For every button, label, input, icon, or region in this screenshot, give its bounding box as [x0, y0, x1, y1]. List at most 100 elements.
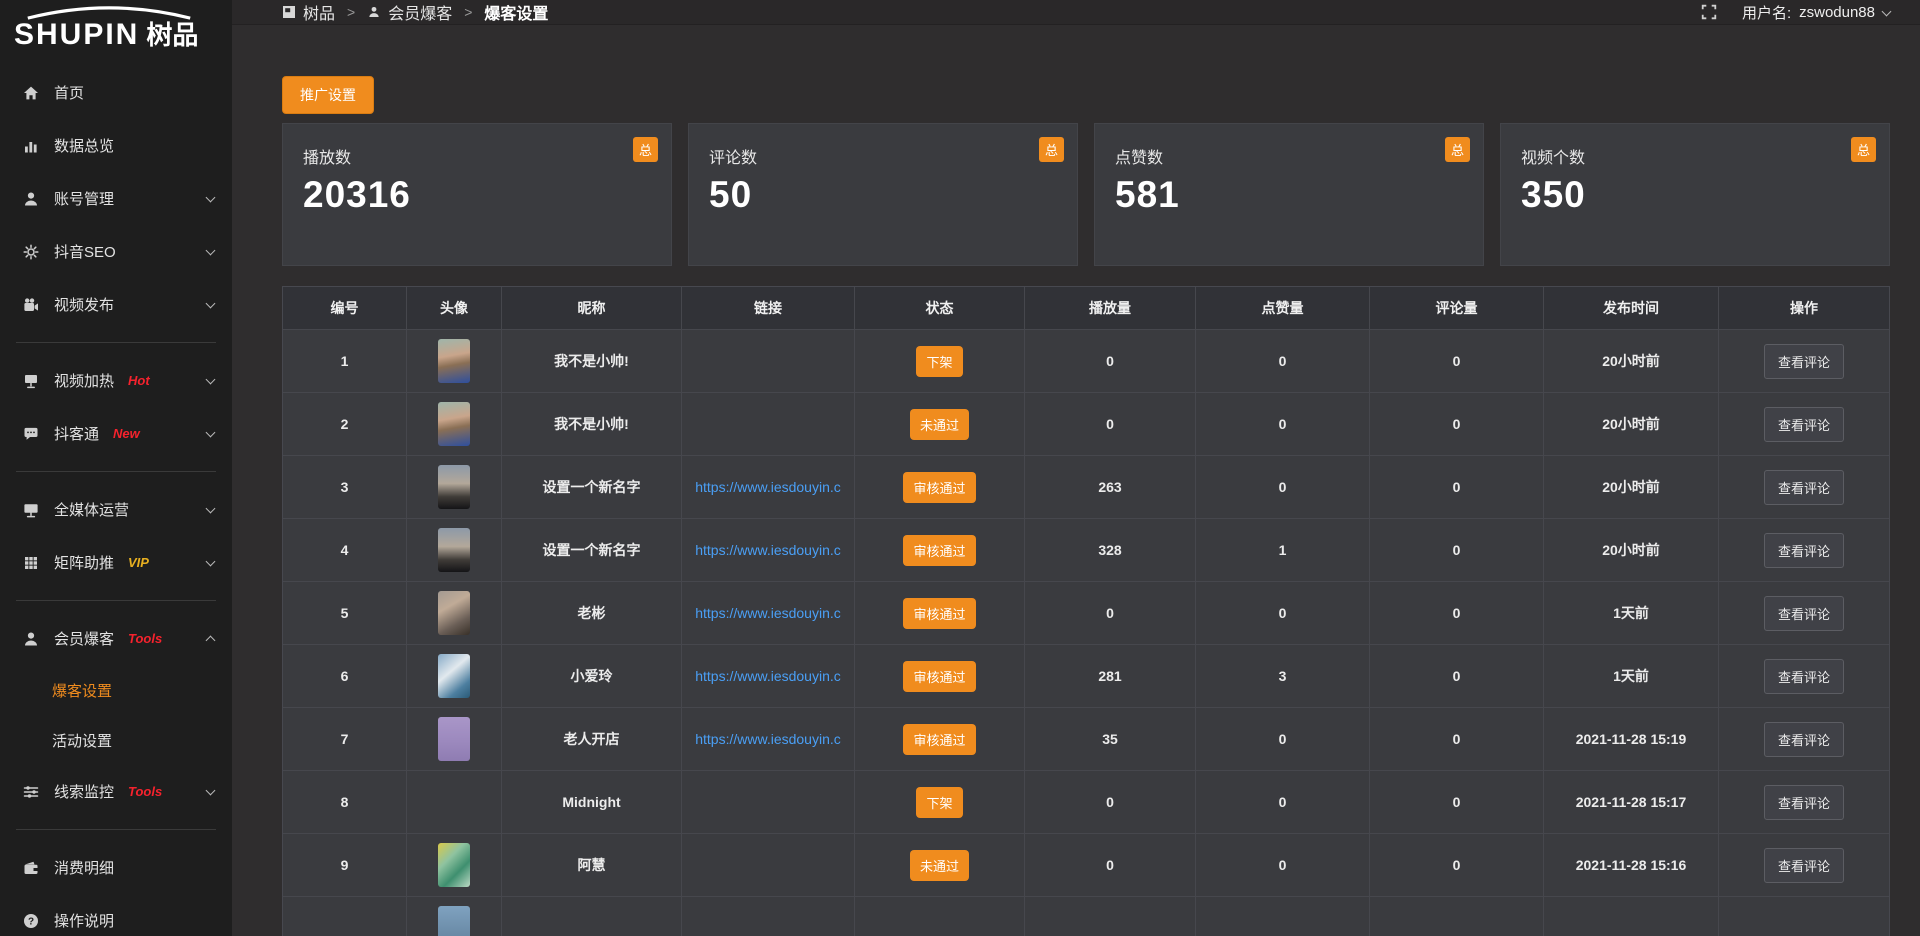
- stat-label: 视频个数: [1521, 144, 1875, 168]
- sidebar-item-label: 消费明细: [54, 857, 114, 878]
- sidebar-item-home[interactable]: 首页: [0, 66, 232, 119]
- video-link[interactable]: https://www.iesdouyin.c: [695, 479, 841, 495]
- sidebar-subitem-baoke-settings[interactable]: 爆客设置: [0, 665, 232, 715]
- new-tag: New: [113, 426, 140, 441]
- breadcrumb-item-shupin[interactable]: 树品: [282, 0, 335, 24]
- cell-action: 查看评论: [1719, 330, 1889, 392]
- cell-status: 下架: [855, 330, 1025, 392]
- cell-likes: 0: [1196, 330, 1370, 392]
- chevron-down-icon: [206, 298, 216, 308]
- sidebar-item-matrix-boost[interactable]: 矩阵助推 VIP: [0, 536, 232, 589]
- sidebar-item-data-overview[interactable]: 数据总览: [0, 119, 232, 172]
- bar-chart-icon: [22, 137, 40, 155]
- cell-avatar: [407, 834, 502, 896]
- view-comments-button[interactable]: 查看评论: [1764, 470, 1844, 505]
- table-row: 3 设置一个新名字 https://www.iesdouyin.c 审核通过 2…: [283, 455, 1889, 518]
- screen-heat-icon: [22, 372, 40, 390]
- chevron-down-icon: [206, 245, 216, 255]
- table-row: 4 设置一个新名字 https://www.iesdouyin.c 审核通过 3…: [283, 518, 1889, 581]
- cell-link: https://www.iesdouyin.c: [682, 645, 855, 707]
- cell-plays: 328: [1025, 519, 1196, 581]
- cell-comments: 0: [1370, 771, 1544, 833]
- cell-comments: 0: [1370, 393, 1544, 455]
- view-comments-button[interactable]: 查看评论: [1764, 344, 1844, 379]
- cell-time: 2021-11-28 15:17: [1544, 771, 1719, 833]
- sidebar-subitem-activity-settings[interactable]: 活动设置: [0, 715, 232, 765]
- cell-likes: 0: [1196, 393, 1370, 455]
- status-badge: 审核通过: [903, 472, 975, 503]
- view-comments-button[interactable]: 查看评论: [1764, 785, 1844, 820]
- sidebar-item-doketong[interactable]: 抖客通 New: [0, 407, 232, 460]
- total-badge: 总: [633, 137, 658, 162]
- breadcrumb-item-current: 爆客设置: [484, 0, 548, 24]
- view-comments-button[interactable]: 查看评论: [1764, 722, 1844, 757]
- cell-number: 3: [283, 456, 407, 518]
- cell-status: 审核通过: [855, 708, 1025, 770]
- status-badge: 审核通过: [903, 724, 975, 755]
- stat-value: 581: [1115, 174, 1469, 216]
- fullscreen-button[interactable]: [1700, 3, 1718, 21]
- total-badge: 总: [1851, 137, 1876, 162]
- view-comments-button[interactable]: 查看评论: [1764, 848, 1844, 883]
- view-comments-button[interactable]: 查看评论: [1764, 533, 1844, 568]
- sidebar-item-instructions[interactable]: ? 操作说明: [0, 894, 232, 936]
- video-link[interactable]: https://www.iesdouyin.c: [695, 542, 841, 558]
- chevron-down-icon: [206, 374, 216, 384]
- cell-comments: 0: [1370, 834, 1544, 896]
- sidebar-item-douyin-seo[interactable]: 抖音SEO: [0, 225, 232, 278]
- col-header-number: 编号: [283, 287, 407, 329]
- stat-value: 50: [709, 174, 1063, 216]
- view-comments-button[interactable]: 查看评论: [1764, 596, 1844, 631]
- status-badge: 审核通过: [903, 661, 975, 692]
- cell-time: 20小时前: [1544, 330, 1719, 392]
- sidebar-item-label: 抖客通: [54, 423, 99, 444]
- cell-action: 查看评论: [1719, 645, 1889, 707]
- cell-action: 查看评论: [1719, 771, 1889, 833]
- cell-nickname: 老人开店: [502, 708, 682, 770]
- table-row: 9 阿慧 未通过 0 0 0 2021-11-28 15:16 查看评论: [283, 833, 1889, 896]
- cell-avatar: [407, 645, 502, 707]
- cell-status: 审核通过: [855, 645, 1025, 707]
- status-badge: 下架: [916, 346, 962, 377]
- sidebar-divider: [16, 829, 216, 830]
- sidebar-item-video-publish[interactable]: 视频发布: [0, 278, 232, 331]
- view-comments-button[interactable]: 查看评论: [1764, 407, 1844, 442]
- home-icon: [22, 84, 40, 102]
- chevron-down-icon: [206, 556, 216, 566]
- sidebar-item-account-mgmt[interactable]: 账号管理: [0, 172, 232, 225]
- promotion-settings-button[interactable]: 推广设置: [282, 76, 374, 114]
- cell-likes: 0: [1196, 834, 1370, 896]
- table-row: 5 老彬 https://www.iesdouyin.c 审核通过 0 0 0 …: [283, 581, 1889, 644]
- sidebar-item-omni-media[interactable]: 全媒体运营: [0, 483, 232, 536]
- hot-tag: Hot: [128, 373, 150, 388]
- cell-time: 20小时前: [1544, 393, 1719, 455]
- sidebar-item-clue-monitor[interactable]: 线索监控 Tools: [0, 765, 232, 818]
- breadcrumb-item-member-baoke[interactable]: 会员爆客: [367, 0, 452, 24]
- cell-plays: 281: [1025, 645, 1196, 707]
- avatar: [438, 402, 470, 446]
- sidebar-item-label: 会员爆客: [54, 628, 114, 649]
- sidebar-divider: [16, 342, 216, 343]
- sidebar-item-member-baoke[interactable]: 会员爆客 Tools: [0, 612, 232, 665]
- sidebar-divider: [16, 471, 216, 472]
- video-link[interactable]: https://www.iesdouyin.c: [695, 605, 841, 621]
- cell-number: 7: [283, 708, 407, 770]
- cell-comments: 0: [1370, 708, 1544, 770]
- sidebar-item-label: 操作说明: [54, 910, 114, 931]
- cell-avatar: [407, 582, 502, 644]
- topbar: 树品 > 会员爆客 > 爆客设置 用户名: zswodun88: [232, 0, 1920, 25]
- cell-link: https://www.iesdouyin.c: [682, 519, 855, 581]
- chevron-up-icon: [206, 636, 216, 646]
- sidebar-item-spend-details[interactable]: 消费明细: [0, 841, 232, 894]
- breadcrumb-separator: >: [347, 4, 355, 20]
- breadcrumb-label: 会员爆客: [388, 0, 452, 24]
- video-link[interactable]: https://www.iesdouyin.c: [695, 731, 841, 747]
- sidebar-item-video-heat[interactable]: 视频加热 Hot: [0, 354, 232, 407]
- chevron-down-icon: [206, 503, 216, 513]
- user-menu[interactable]: 用户名: zswodun88: [1742, 2, 1890, 23]
- status-badge: 未通过: [910, 409, 969, 440]
- avatar: [438, 843, 470, 887]
- view-comments-button[interactable]: 查看评论: [1764, 659, 1844, 694]
- cell-likes: 3: [1196, 645, 1370, 707]
- video-link[interactable]: https://www.iesdouyin.c: [695, 668, 841, 684]
